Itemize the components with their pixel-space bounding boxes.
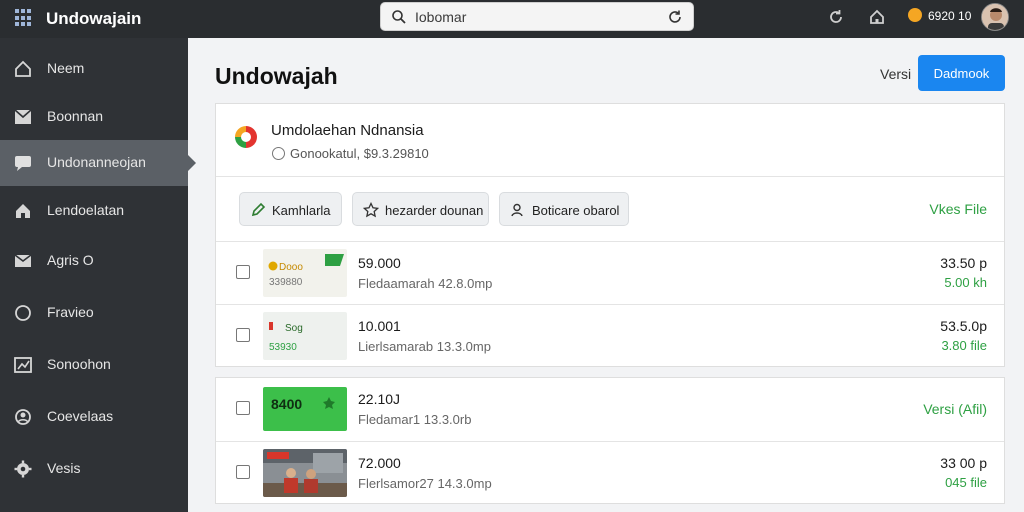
sidebar-item-label: Fravieo xyxy=(47,304,94,320)
row-thumbnail: 8400 xyxy=(263,387,347,431)
thumbnail-subtext: 53930 xyxy=(269,342,297,353)
search-bar[interactable] xyxy=(380,2,694,31)
sidebar-item-vesis[interactable]: Vesis xyxy=(0,446,188,492)
chip-boticare[interactable]: Boticare obarol xyxy=(499,192,629,226)
sidebar-item-agris[interactable]: Agris O xyxy=(0,238,188,284)
row-size: 5.00 kh xyxy=(944,275,987,290)
list-item[interactable]: 72.000 Flerlsamor27 14.3.0mp 33 00 p 045… xyxy=(216,442,1004,504)
pencil-icon xyxy=(251,202,266,217)
chart-icon xyxy=(14,357,32,373)
sidebar-item-label: Agris O xyxy=(47,252,94,268)
row-subtitle: Fledamar1 13.3.0rb xyxy=(358,412,472,427)
row-subtitle: Flerlsamor27 14.3.0mp xyxy=(358,476,492,491)
gear-icon xyxy=(14,460,32,478)
list-item[interactable]: Sog 53930 10.001 Lierlsamarab 13.3.0mp 5… xyxy=(216,305,1004,367)
refresh-icon[interactable] xyxy=(667,9,683,25)
top-bar: Undowajain 6920 10 xyxy=(0,0,1024,38)
row-checkbox[interactable] xyxy=(236,265,250,279)
thumbnail-image: 8400 xyxy=(271,396,335,412)
user-icon xyxy=(511,203,523,217)
version-label[interactable]: Versi xyxy=(880,66,911,82)
row-thumbnail: Sog 53930 xyxy=(263,312,347,360)
brand-logo-icon xyxy=(235,126,257,148)
row-title: 59.000 xyxy=(358,255,401,271)
search-icon[interactable] xyxy=(391,9,407,25)
sidebar-item-label: Sonoohon xyxy=(47,356,111,372)
thumbnail-text: Sog xyxy=(285,323,303,334)
thumbnail-image: Dooo 339880 xyxy=(268,254,344,288)
app-grid-icon[interactable] xyxy=(15,9,33,27)
clock-icon xyxy=(272,147,285,160)
chip-hezarder[interactable]: hezarder dounan xyxy=(352,192,489,226)
row-subtitle: Fledaamarah 42.8.0mp xyxy=(358,276,493,291)
thumbnail-image: Sog 53930 xyxy=(269,322,303,353)
sidebar: Neem Boonnan Undonanneojan Lendoelatan A… xyxy=(0,38,196,512)
row-size: 045 file xyxy=(945,475,987,490)
people-icon xyxy=(15,409,31,425)
sidebar-item-neem[interactable]: Neem xyxy=(0,46,188,92)
thumbnail-text: Dooo xyxy=(279,262,303,273)
sidebar-item-label: Coevelaas xyxy=(47,408,114,424)
row-title: 72.000 xyxy=(358,455,401,471)
listing-card: Umdolaehan Ndnansia Gonookatul, $9.3.298… xyxy=(215,103,1005,367)
sidebar-item-label: Undonanneojan xyxy=(47,154,146,170)
avatar-image xyxy=(982,4,1008,30)
row-price: 33 00 p xyxy=(940,455,987,471)
sidebar-item-label: Neem xyxy=(47,60,85,76)
list-item[interactable]: Dooo 339880 59.000 Fledaamarah 42.8.0mp … xyxy=(216,242,1004,304)
row-checkbox[interactable] xyxy=(236,401,250,415)
home-icon xyxy=(16,204,30,218)
row-checkbox[interactable] xyxy=(236,465,250,479)
chip-label: Boticare obarol xyxy=(532,203,620,218)
row-price: 53.5.0p xyxy=(940,318,987,334)
sidebar-item-boonnan[interactable]: Boonnan xyxy=(0,94,188,140)
sidebar-item-lendoelatan[interactable]: Lendoelatan xyxy=(0,188,188,234)
view-file-link[interactable]: Vkes File xyxy=(929,201,987,217)
sidebar-item-fravieo[interactable]: Fravieo xyxy=(0,290,188,336)
listing-card: 8400 22.10J Fledamar1 13.3.0rb Versi (Af… xyxy=(215,377,1005,504)
chip-label: Kamhlarla xyxy=(272,203,331,218)
thumbnail-photo xyxy=(263,449,347,497)
sync-icon[interactable] xyxy=(827,8,845,26)
star-icon xyxy=(363,202,379,218)
circle-icon xyxy=(15,305,31,321)
sidebar-item-undonanneojan[interactable]: Undonanneojan xyxy=(0,140,196,186)
sidebar-item-sonoohon[interactable]: Sonoohon xyxy=(0,342,188,388)
search-input[interactable] xyxy=(415,8,655,26)
row-checkbox[interactable] xyxy=(236,328,250,342)
coin-icon xyxy=(908,8,922,22)
app-title: Undowajain xyxy=(46,9,142,28)
sidebar-item-label: Vesis xyxy=(47,460,81,476)
account-balance: 6920 10 xyxy=(928,9,972,23)
sidebar-item-label: Lendoelatan xyxy=(47,202,125,218)
chip-label: hezarder dounan xyxy=(385,203,484,218)
inbox-icon xyxy=(14,109,32,124)
card-title: Umdolaehan Ndnansia xyxy=(271,122,424,139)
sidebar-item-label: Boonnan xyxy=(47,108,104,124)
divider xyxy=(216,176,1004,177)
home-icon[interactable] xyxy=(868,8,886,26)
list-item[interactable]: 8400 22.10J Fledamar1 13.3.0rb Versi (Af… xyxy=(216,378,1004,440)
thumbnail-subtext: 339880 xyxy=(269,277,303,288)
row-title: 10.001 xyxy=(358,318,401,334)
row-subtitle: Lierlsamarab 13.3.0mp xyxy=(358,339,491,354)
version-file-link[interactable]: Versi (Afil) xyxy=(923,401,987,417)
thumbnail-text: 8400 xyxy=(271,396,302,412)
chip-kamhlarla[interactable]: Kamhlarla xyxy=(239,192,342,226)
row-thumbnail: Dooo 339880 xyxy=(263,249,347,297)
avatar[interactable] xyxy=(981,3,1009,31)
card-subtitle: Gonookatul, $9.3.29810 xyxy=(290,146,429,161)
row-title: 22.10J xyxy=(358,391,401,407)
page-title: Undowajah xyxy=(215,63,338,89)
primary-action-button[interactable]: Dadmook xyxy=(918,55,1005,91)
sidebar-item-coevelaas[interactable]: Coevelaas xyxy=(0,394,188,440)
chat-icon xyxy=(15,156,31,171)
home-outline-icon xyxy=(15,60,31,77)
row-thumbnail xyxy=(263,449,347,497)
row-size: 3.80 file xyxy=(941,338,987,353)
row-price: 33.50 p xyxy=(940,255,987,271)
mail-icon xyxy=(14,254,32,267)
